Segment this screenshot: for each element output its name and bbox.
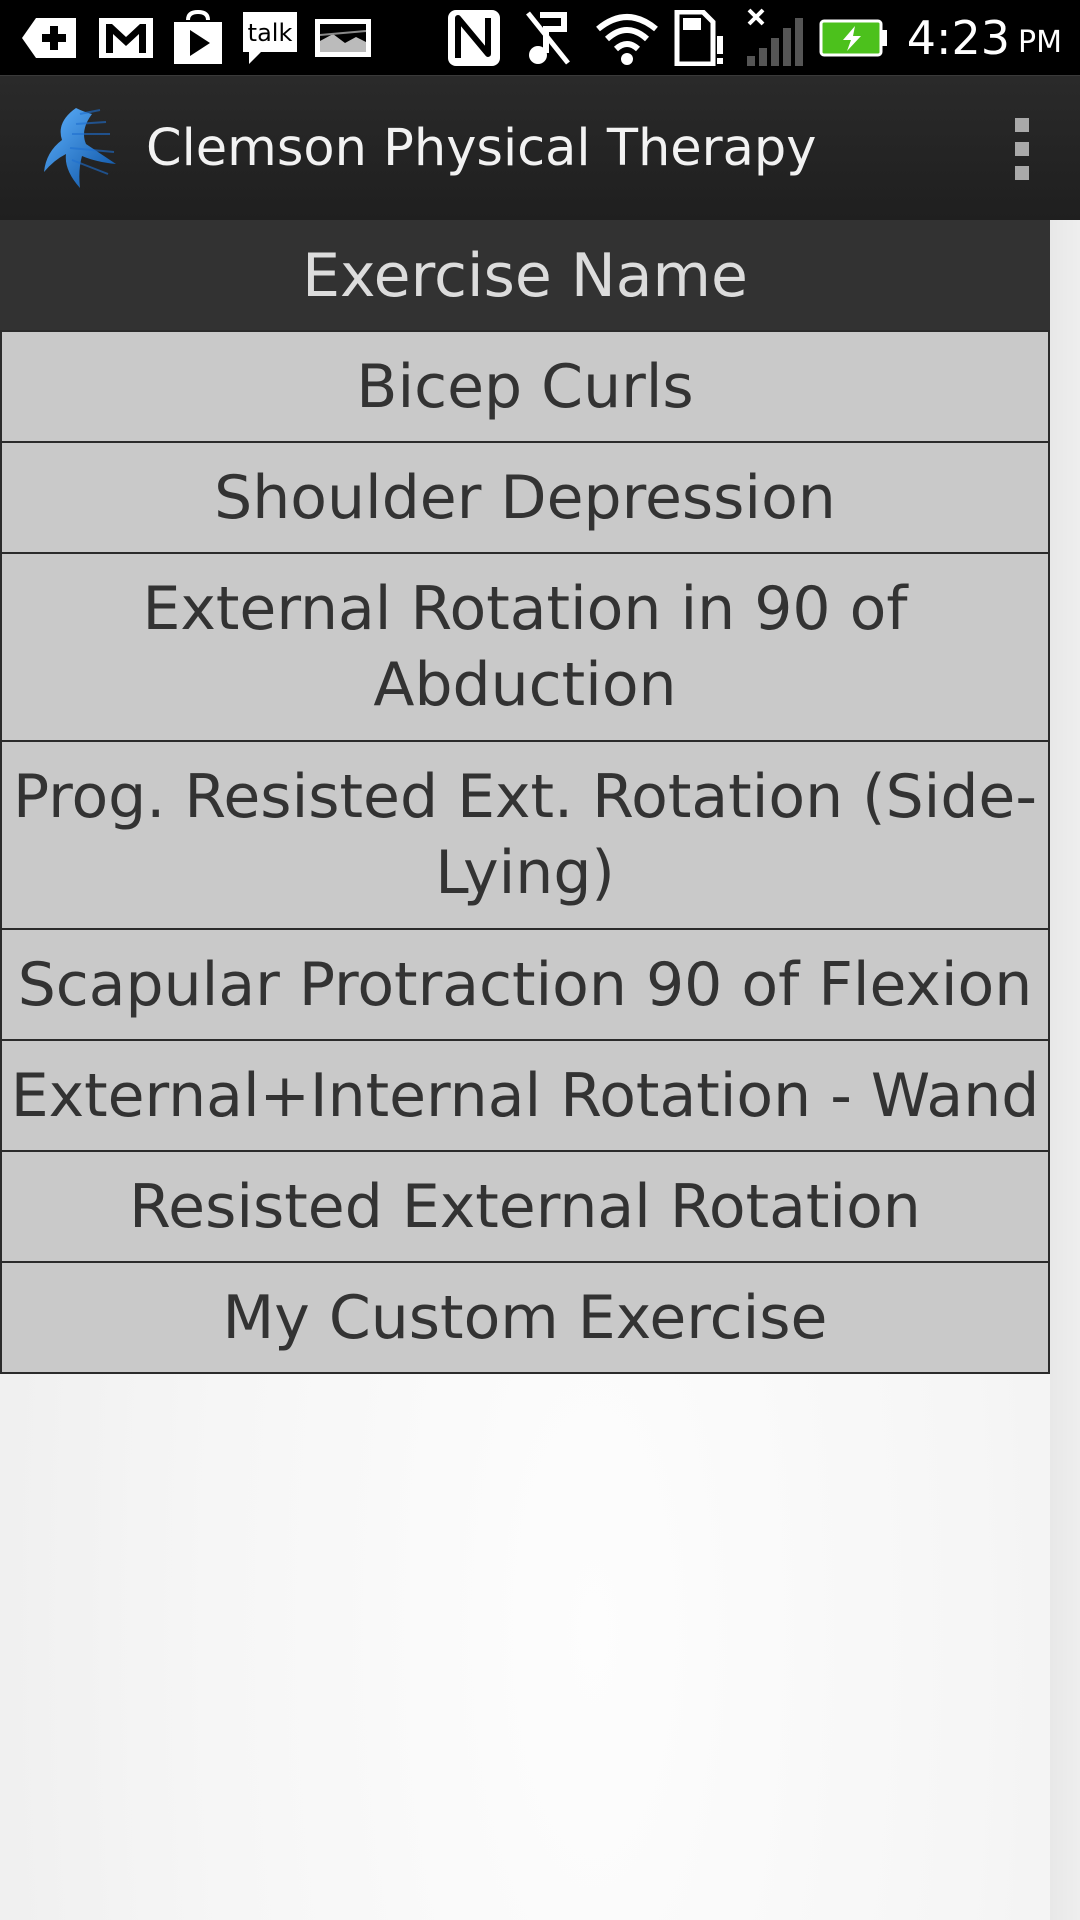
exercise-name: Resisted External Rotation [129,1171,921,1242]
clock-time: 4:23 [906,10,1011,65]
picture-icon [312,0,374,75]
status-clock: 4:23 PM [907,0,1062,75]
add-icon [18,0,80,75]
exercise-name: External Rotation in 90 of Abduction [142,574,908,720]
exercise-name: Shoulder Depression [214,462,836,533]
nfc-icon [444,0,504,75]
exercise-name: Bicep Curls [356,351,694,422]
exercise-name: Prog. Resisted Ext. Rotation (Side-Lying… [12,762,1037,908]
table-header: Exercise Name [0,220,1050,332]
music-muted-icon [522,0,574,75]
exercise-row[interactable]: Shoulder Depression [0,441,1050,554]
exercise-name: External+Internal Rotation - Wand [10,1060,1040,1131]
clock-ampm: PM [1018,25,1062,60]
exercise-row[interactable]: External+Internal Rotation - Wand [0,1039,1050,1152]
signal-no-service-icon [744,0,806,75]
battery-charging-icon [818,0,890,75]
exercise-row[interactable]: Prog. Resisted Ext. Rotation (Side-Lying… [0,740,1050,930]
right-margin [1050,220,1080,1920]
exercise-row[interactable]: Resisted External Rotation [0,1150,1050,1263]
exercise-row[interactable]: External Rotation in 90 of Abduction [0,552,1050,742]
status-bar: talk 4:23 PM [0,0,1080,75]
exercise-row[interactable]: Bicep Curls [0,330,1050,443]
app-title: Clemson Physical Therapy [146,119,817,178]
play-store-icon [168,0,228,75]
action-bar: Clemson Physical Therapy [0,75,1080,220]
gmail-icon [96,0,156,75]
talk-icon: talk [238,0,302,75]
exercise-name: My Custom Exercise [222,1282,828,1353]
sd-card-alert-icon [672,0,728,75]
wifi-icon [592,0,662,75]
exercise-row[interactable]: My Custom Exercise [0,1261,1050,1374]
exercise-name: Scapular Protraction 90 of Flexion [17,949,1033,1020]
runner-logo-icon[interactable] [36,104,126,194]
exercise-row[interactable]: Scapular Protraction 90 of Flexion [0,928,1050,1041]
overflow-menu-icon[interactable] [1002,118,1042,180]
exercise-table: Exercise Name Bicep Curls Shoulder Depre… [0,220,1050,1374]
talk-label: talk [248,19,293,47]
